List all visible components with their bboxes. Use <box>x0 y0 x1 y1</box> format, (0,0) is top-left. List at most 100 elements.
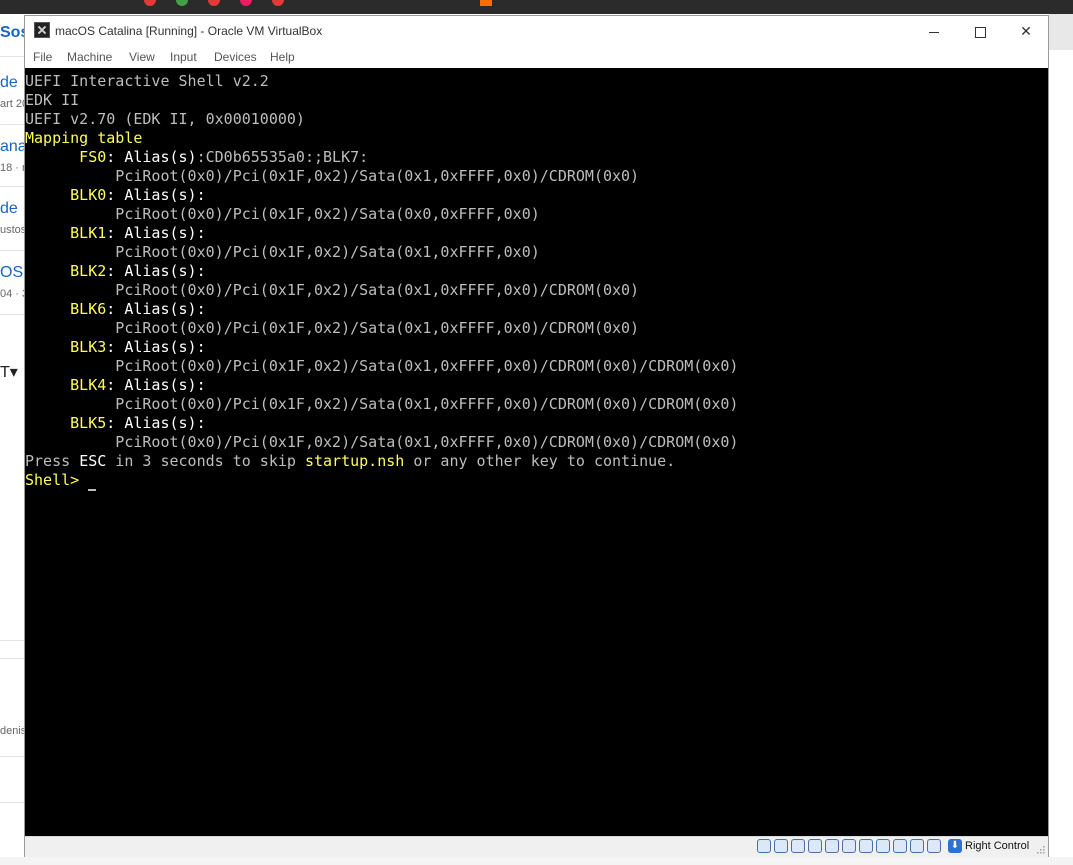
terminal-line: BLK2: Alias(s): <box>25 262 206 281</box>
terminal-text: BLK3 <box>25 338 107 356</box>
bg-tab-icon <box>176 0 188 6</box>
terminal-line: PciRoot(0x0)/Pci(0x1F,0x2)/Sata(0x1,0xFF… <box>25 433 738 452</box>
terminal-text: PciRoot(0x0)/Pci(0x1F,0x2)/Sata(0x1,0xFF… <box>25 243 540 261</box>
terminal-text: BLK1 <box>25 224 107 242</box>
terminal-text: : Alias(s): <box>106 186 206 204</box>
bg-snippet: T▾ <box>0 364 18 381</box>
terminal-text: : Alias(s): <box>106 224 206 242</box>
hard-disk-icon[interactable] <box>757 839 771 853</box>
terminal-line: BLK6: Alias(s): <box>25 300 205 319</box>
bg-divider <box>0 756 26 757</box>
bg-divider <box>0 124 26 125</box>
video-capture-icon[interactable] <box>876 839 890 853</box>
terminal-line: PciRoot(0x0)/Pci(0x1F,0x2)/Sata(0x1,0xFF… <box>25 319 639 338</box>
terminal-text: : Alias(s): <box>106 262 206 280</box>
bg-snippet: 04 · 3 <box>0 288 26 300</box>
close-icon: ✕ <box>1020 23 1032 39</box>
terminal-text: Press <box>25 452 80 470</box>
terminal-text: PciRoot(0x0)/Pci(0x1F,0x2)/Sata(0x1,0xFF… <box>25 319 640 337</box>
terminal-line: EDK II <box>25 91 79 110</box>
bg-divider <box>0 640 26 641</box>
background-page-left: Sos de art 20 anal 18 · r de ustos OS 04… <box>0 14 26 865</box>
menu-view[interactable]: View <box>129 50 155 64</box>
terminal-text: PciRoot(0x0)/Pci(0x1F,0x2)/Sata(0x1,0xFF… <box>25 433 739 451</box>
background-page-right <box>1049 14 1073 865</box>
terminal-text: Shell> <box>25 471 80 489</box>
bg-divider <box>0 658 26 659</box>
close-button[interactable]: ✕ <box>1003 16 1049 46</box>
recording-icon[interactable] <box>893 839 907 853</box>
bg-tab-icon <box>144 0 156 6</box>
bg-snippet: art 20 <box>0 98 26 110</box>
mouse-integration-icon[interactable] <box>927 839 941 853</box>
optical-drive-icon[interactable] <box>774 839 788 853</box>
virtualization-icon[interactable] <box>910 839 924 853</box>
vm-display[interactable]: UEFI Interactive Shell v2.2 EDK II UEFI v2… <box>25 68 1048 836</box>
bg-divider <box>0 314 26 315</box>
menu-devices[interactable]: Devices <box>214 50 257 64</box>
minimize-button[interactable] <box>911 16 957 46</box>
menu-bar: File Machine View Input Devices Help <box>25 46 1048 68</box>
terminal-line: FS0: Alias(s):CD0b65535a0:;BLK7: <box>25 148 368 167</box>
shared-folders-icon[interactable] <box>842 839 856 853</box>
network-icon[interactable] <box>808 839 822 853</box>
terminal-line: BLK5: Alias(s): <box>25 414 206 433</box>
audio-icon[interactable] <box>791 839 805 853</box>
terminal-text: : Alias(s) <box>106 148 197 166</box>
terminal-line: UEFI Interactive Shell v2.2 <box>25 72 269 91</box>
terminal-text: BLK4 <box>25 376 107 394</box>
terminal-text: : Alias(s): <box>106 414 206 432</box>
terminal-text: :CD0b65535a0:;BLK7: <box>196 148 369 166</box>
resize-grip-icon[interactable] <box>1035 844 1045 854</box>
bg-header-strip <box>1049 14 1073 50</box>
bg-snippet: de <box>0 74 18 91</box>
bg-divider <box>0 56 26 57</box>
terminal-line: PciRoot(0x0)/Pci(0x1F,0x2)/Sata(0x1,0xFF… <box>25 243 540 262</box>
terminal-text: BLK5 <box>25 414 107 432</box>
terminal-line: BLK3: Alias(s): <box>25 338 206 357</box>
background-tab-icons <box>140 0 500 6</box>
terminal-text: PciRoot(0x0)/Pci(0x1F,0x2)/Sata(0x0,0xFF… <box>25 205 540 223</box>
terminal-line: BLK0: Alias(s): <box>25 186 206 205</box>
terminal-text: BLK6 <box>25 300 107 318</box>
minimize-icon <box>929 31 939 33</box>
shell-prompt-line: Shell> <box>25 471 97 491</box>
maximize-icon <box>974 26 986 38</box>
maximize-button[interactable] <box>957 16 1003 46</box>
bg-snippet: ustos <box>0 224 26 236</box>
terminal-text: ESC <box>79 452 107 470</box>
usb-icon[interactable] <box>825 839 839 853</box>
terminal-line: PciRoot(0x0)/Pci(0x1F,0x2)/Sata(0x0,0xFF… <box>25 205 540 224</box>
virtualbox-app-icon <box>34 22 50 38</box>
background-taskbar <box>0 0 1073 14</box>
title-bar[interactable]: macOS Catalina [Running] - Oracle VM Vir… <box>25 16 1048 46</box>
menu-machine[interactable]: Machine <box>67 50 112 64</box>
bg-snippet: OS <box>0 264 24 281</box>
terminal-text: PciRoot(0x0)/Pci(0x1F,0x2)/Sata(0x1,0xFF… <box>25 281 640 299</box>
terminal-line: BLK1: Alias(s): <box>25 224 206 243</box>
bg-tab-icon <box>480 0 492 6</box>
bg-divider <box>0 802 26 803</box>
status-bar: ⬇ Right Control <box>25 836 1048 857</box>
terminal-text: : Alias(s): <box>106 338 206 356</box>
terminal-line: PciRoot(0x0)/Pci(0x1F,0x2)/Sata(0x1,0xFF… <box>25 357 738 376</box>
menu-input[interactable]: Input <box>170 50 197 64</box>
bg-divider <box>0 250 26 251</box>
terminal-text: PciRoot(0x0)/Pci(0x1F,0x2)/Sata(0x1,0xFF… <box>25 167 640 185</box>
terminal-line: UEFI v2.70 (EDK II, 0x00010000) <box>25 110 305 129</box>
display-icon[interactable] <box>859 839 873 853</box>
terminal-text: FS0 <box>25 148 107 166</box>
terminal-text: or any other key to continue. <box>404 452 676 470</box>
bg-tab-icon <box>240 0 252 6</box>
bg-snippet: Sos <box>0 24 26 41</box>
terminal-line: PciRoot(0x0)/Pci(0x1F,0x2)/Sata(0x1,0xFF… <box>25 395 738 414</box>
bg-snippet: de <box>0 200 18 217</box>
terminal-text: PciRoot(0x0)/Pci(0x1F,0x2)/Sata(0x1,0xFF… <box>25 357 739 375</box>
menu-help[interactable]: Help <box>270 50 295 64</box>
terminal-text: BLK2 <box>25 262 107 280</box>
terminal-text: : Alias(s): <box>106 376 206 394</box>
terminal-text: PciRoot(0x0)/Pci(0x1F,0x2)/Sata(0x1,0xFF… <box>25 395 739 413</box>
menu-file[interactable]: File <box>33 50 52 64</box>
bg-divider <box>0 186 26 187</box>
host-key-label: Right Control <box>965 840 1030 852</box>
